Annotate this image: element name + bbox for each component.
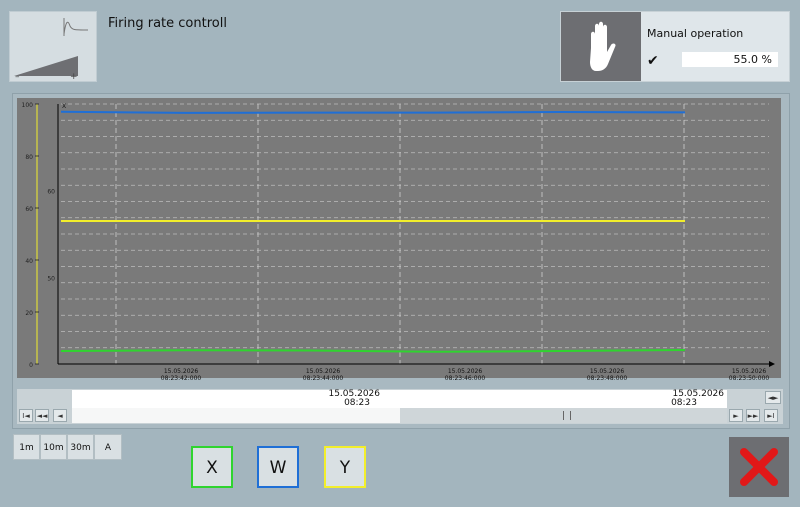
x-tick-time: 08:23:48:000 — [587, 375, 628, 382]
range-start-time: 08:23 — [344, 398, 370, 408]
timeline-scrollbar[interactable] — [72, 408, 727, 423]
close-x-icon — [740, 448, 778, 486]
manual-operation-panel[interactable]: Manual operation ✔ 55.0 % — [560, 11, 790, 82]
fast-forward-button[interactable]: ►► — [746, 409, 760, 422]
first-button[interactable]: I◄ — [19, 409, 33, 422]
ramp-curve-icon: – + — [14, 18, 89, 82]
timeline-left-segment: 15.05.2026 08:23 — [72, 390, 400, 408]
svg-text:–: – — [15, 72, 20, 81]
y-inner-tick-label: 50 — [47, 275, 55, 282]
scroll-grip-icon[interactable] — [563, 411, 571, 420]
page-title: Firing rate controll — [108, 16, 227, 31]
y-tick-label: 0 — [29, 362, 33, 369]
plot-area — [17, 98, 781, 378]
x-tick-date: 15.05.2026 — [164, 368, 199, 375]
y-tick-label: 60 — [25, 206, 33, 213]
x-axis-label: X — [62, 103, 66, 110]
y-inner-tick-label: 60 — [47, 189, 55, 196]
y-tick-label: 80 — [25, 154, 33, 161]
manual-operation-title: Manual operation — [647, 27, 744, 40]
y-tick-label: 100 — [22, 102, 34, 109]
x-tick-date: 15.05.2026 — [732, 368, 767, 375]
y-tick-label: 20 — [25, 310, 33, 317]
hand-icon — [590, 21, 616, 71]
series-line-0 — [60, 110, 686, 114]
forward-button[interactable]: ► — [729, 409, 743, 422]
svg-text:+: + — [70, 72, 78, 81]
time-range-10m-button[interactable]: 10m — [40, 434, 67, 460]
trend-chart: 1008060402006050X15.05.202608:23:42:0001… — [17, 98, 781, 382]
x-tick-time: 08:23:46:000 — [445, 375, 486, 382]
trend-w-button[interactable]: W — [257, 446, 299, 488]
trend-x-button[interactable]: X — [191, 446, 233, 488]
x-tick-date: 15.05.2026 — [448, 368, 483, 375]
checkmark-icon[interactable]: ✔ — [647, 53, 659, 69]
time-range-all-button[interactable]: A — [94, 434, 122, 460]
back-button[interactable]: ◄ — [53, 409, 67, 422]
expand-button[interactable]: ◄► — [765, 391, 781, 404]
x-tick-date: 15.05.2026 — [306, 368, 341, 375]
manual-operation-button[interactable] — [561, 12, 641, 81]
timeline-ruler[interactable]: 15.05.2026 08:23 15.05.2026 08:23 — [72, 390, 727, 408]
last-button[interactable]: ►I — [764, 409, 778, 422]
x-tick-time: 08:23:50:000 — [729, 375, 770, 382]
time-navigator: I◄ ◄◄ ◄ 15.05.2026 08:23 15.05.2026 08:2… — [17, 389, 783, 424]
rewind-button[interactable]: ◄◄ — [35, 409, 49, 422]
y-tick-label: 40 — [25, 258, 33, 265]
x-tick-time: 08:23:44:000 — [303, 375, 344, 382]
firing-rate-logo: – + — [9, 11, 97, 82]
trend-view: 100 80 60 40 20 0 60 50 X 15.05.2026 08:23:42:000 1… — [12, 93, 790, 429]
x-tick-date: 15.05.2026 — [590, 368, 625, 375]
close-button[interactable] — [729, 437, 789, 497]
trend-y-button[interactable]: Y — [324, 446, 366, 488]
x-tick-time: 08:23:42:000 — [161, 375, 202, 382]
range-end-time: 08:23 — [671, 398, 697, 408]
time-range-30m-button[interactable]: 30m — [67, 434, 94, 460]
manual-output-value[interactable]: 55.0 % — [682, 52, 778, 67]
time-range-1m-button[interactable]: 1m — [13, 434, 40, 460]
